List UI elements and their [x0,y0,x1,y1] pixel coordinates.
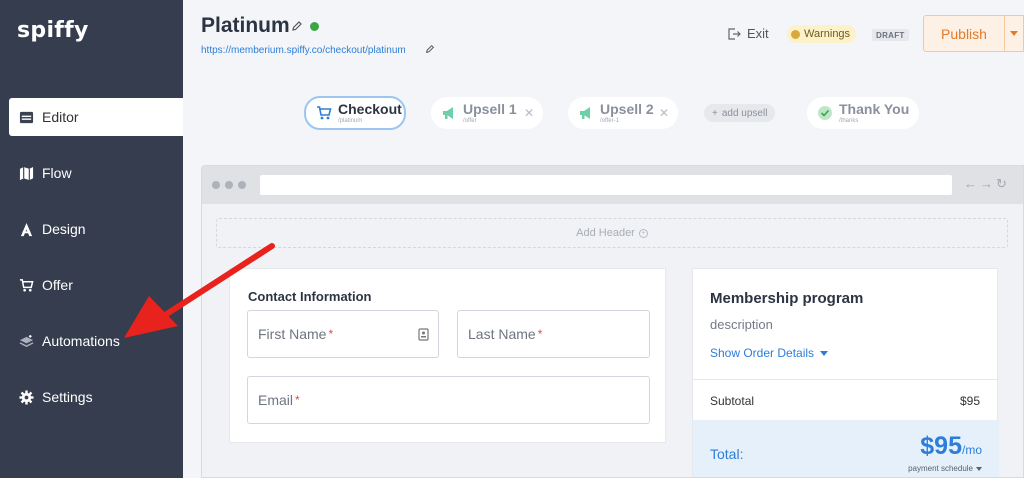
add-upsell-button[interactable]: + add upsell [704,104,776,122]
step-label: Upsell 2 [600,101,654,117]
gear-icon [17,388,35,406]
chevron-down-icon [1010,31,1018,36]
divider [693,379,999,380]
total-unit: /mo [961,443,982,457]
sidebar-item-design[interactable]: Design [9,210,183,248]
layers-icon [17,332,35,350]
sidebar-item-label: Design [42,221,86,237]
payment-schedule-label: payment schedule [908,464,973,473]
required-mark: * [328,327,334,341]
edit-title-pencil-icon[interactable] [291,20,303,32]
app-logo: spiffy [17,18,89,43]
exit-icon [728,27,741,40]
step-label: Thank You [839,101,910,117]
subtotal-value: $95 [959,394,980,408]
close-icon[interactable]: ✕ [524,106,534,120]
program-title: Membership program [710,290,864,307]
window-dot [225,181,233,189]
required-mark: * [295,393,300,407]
sidebar-item-label: Automations [42,333,120,349]
editor-icon [17,108,35,126]
status-dot [310,22,319,31]
exit-button[interactable]: Exit [728,26,769,41]
add-upsell-label: add upsell [721,107,768,119]
last-name-field[interactable]: Last Name * [457,310,650,358]
email-placeholder: Email [258,392,294,408]
step-path: /offer-1 [600,118,619,124]
megaphone-icon [443,107,453,119]
sidebar-item-label: Settings [42,389,93,405]
plus-circle-icon: + [638,228,648,238]
cart-icon [17,276,35,294]
step-label: Checkout [338,101,402,117]
window-dot [238,181,246,189]
cart-icon [317,106,332,120]
first-name-placeholder: First Name [258,326,327,342]
window-dot [212,181,220,189]
step-upsell-2[interactable]: Upsell 2 /offer-1 ✕ [568,97,678,129]
step-path: /offer [463,118,477,124]
sidebar-item-settings[interactable]: Settings [9,378,183,416]
program-description: description [710,317,773,332]
draft-badge: DRAFT [872,29,909,41]
close-icon[interactable]: ✕ [659,106,669,120]
last-name-placeholder: Last Name [468,326,536,342]
contact-information-card: Contact Information First Name * Last Nam… [229,268,666,443]
warning-icon [791,29,800,39]
add-header-zone[interactable]: Add Header + [216,218,1008,248]
sidebar-item-flow[interactable]: Flow [9,154,183,192]
browser-toolbar: ←→↻ [202,166,1023,204]
edit-url-pencil-icon[interactable] [425,44,435,54]
total-band: Total: $95/mo payment schedule [693,420,999,477]
show-details-label: Show Order Details [710,346,815,360]
publish-options-button[interactable] [1004,15,1024,52]
address-bar [260,175,952,195]
step-label: Upsell 1 [463,101,517,117]
main-area: Platinum https://memberium.spiffy.co/che… [183,0,1024,478]
required-mark: * [537,327,543,341]
step-upsell-1[interactable]: Upsell 1 /offer ✕ [431,97,543,129]
payment-schedule-toggle[interactable]: payment schedule [908,464,982,473]
sidebar-item-editor[interactable]: Editor [9,98,183,136]
contact-heading: Contact Information [248,289,372,304]
show-order-details-link[interactable]: Show Order Details [710,346,829,360]
total-label: Total: [710,446,744,462]
sidebar-item-label: Flow [42,165,72,181]
add-header-label: Add Header [576,227,635,239]
sidebar-item-offer[interactable]: Offer [9,266,183,304]
sidebar-item-label: Editor [42,109,79,125]
design-icon [17,220,35,238]
check-circle-icon [818,106,832,120]
browser-nav-icons: ←→↻ [964,176,1010,191]
sidebar: spiffy Editor Flow Design Offer Automati… [0,0,183,478]
total-amount: $95/mo [920,432,982,461]
email-field[interactable]: Email * [247,376,650,424]
page-url-link[interactable]: https://memberium.spiffy.co/checkout/pla… [201,45,406,56]
page-title: Platinum [201,14,290,37]
first-name-field[interactable]: First Name * [247,310,439,358]
map-icon [17,164,35,182]
sidebar-item-automations[interactable]: Automations [9,322,183,360]
exit-label: Exit [747,26,769,41]
chevron-down-icon [976,466,982,471]
contact-card-icon [418,328,429,341]
megaphone-icon [580,107,590,119]
plus-icon: + [712,107,718,119]
step-checkout[interactable]: Checkout /platinum [304,96,406,130]
step-path: /thanks [839,118,859,124]
chevron-down-icon [820,350,829,356]
sidebar-item-label: Offer [42,277,73,293]
order-summary-card: Membership program description Show Orde… [692,268,999,477]
subtotal-label: Subtotal [710,394,755,408]
total-amount-value: $95 [920,432,962,460]
warnings-badge[interactable]: Warnings [787,25,857,43]
warnings-label: Warnings [804,28,851,40]
publish-button[interactable]: Publish [923,15,1005,52]
step-path: /platinum [338,118,363,124]
step-thank-you[interactable]: Thank You /thanks [807,97,919,129]
page-preview: ←→↻ Add Header + Contact Information Fir… [201,165,1024,478]
